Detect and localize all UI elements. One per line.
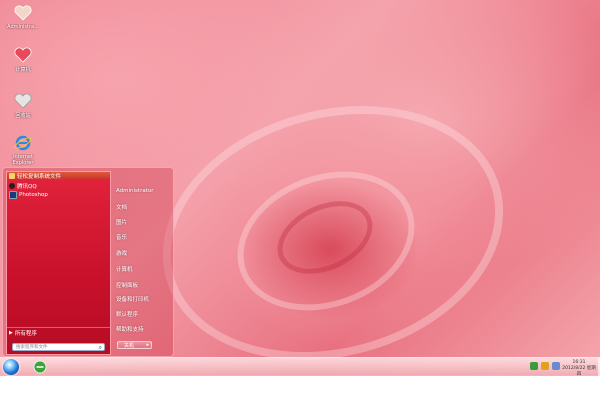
program-label: 腾讯QQ [17,183,37,190]
desktop-icon-computer[interactable]: 计算机 [3,44,43,73]
network-icon[interactable] [530,362,538,370]
heart-folder-icon [12,2,34,24]
arrow-right-icon: ▶ [9,330,13,336]
start-menu-links-pane: Administrator 文档 图片 音乐 游戏 计算机 控制面板 设备和打印… [113,171,170,353]
desktop-icon-label: 计算机 [15,67,31,73]
taskbar-button-ie[interactable] [28,359,52,374]
start-menu-programs-pane: 轻松复制系统文件 腾讯QQ Photoshop ▶ 所有程序 搜索程序和文件 ⌕ [6,171,111,355]
shutdown-label: 关机 [124,342,135,349]
desktop-icon-label: Internet Explorer [12,154,34,166]
program-label: Photoshop [19,191,48,198]
link-help-support[interactable]: 帮助和支持 [116,325,144,333]
link-documents[interactable]: 文档 [116,203,127,211]
link-administrator[interactable]: Administrator [116,188,154,194]
desktop-icon-label: Administra... [7,24,39,30]
clock-date: 2012/8/22 星期四 [562,366,596,377]
recent-item[interactable]: 轻松复制系统文件 [7,172,110,180]
desktop-icon-label: 回收站 [15,113,31,119]
link-games[interactable]: 游戏 [116,249,127,257]
all-programs-button[interactable]: ▶ 所有程序 [9,329,108,337]
start-menu: 轻松复制系统文件 腾讯QQ Photoshop ▶ 所有程序 搜索程序和文件 ⌕… [2,167,174,357]
shield-icon[interactable] [541,362,549,370]
shutdown-button[interactable]: 关机 ▸ [117,341,152,349]
qq-penguin-icon [9,182,15,189]
program-item-photoshop[interactable]: Photoshop [9,190,48,199]
all-programs-label: 所有程序 [14,331,37,337]
system-tray [530,362,560,370]
desktop-icon-internet-explorer[interactable]: Internet Explorer [3,132,43,166]
link-computer[interactable]: 计算机 [116,265,133,273]
heart-computer-icon [12,44,34,66]
search-icon[interactable]: ⌕ [99,344,102,351]
chevron-right-icon[interactable]: ▸ [146,342,149,349]
internet-explorer-icon [12,132,34,154]
start-orb-button[interactable] [3,359,19,375]
desktop-icon-recycle-bin[interactable]: 回收站 [3,90,43,119]
divider [7,327,110,328]
link-music[interactable]: 音乐 [116,233,127,241]
link-devices-printers[interactable]: 设备和打印机 [116,295,149,303]
taskbar: 16:31 2012/8/22 星期四 [0,357,600,378]
heart-recycle-bin-icon [12,90,34,112]
desktop-icon-administrator[interactable]: Administra... [3,2,43,30]
photoshop-icon [9,190,17,199]
clock[interactable]: 16:31 2012/8/22 星期四 [561,360,597,378]
link-pictures[interactable]: 图片 [116,218,127,226]
search-input[interactable]: 搜索程序和文件 ⌕ [12,343,105,351]
internet-explorer-icon [33,360,47,374]
search-placeholder: 搜索程序和文件 [16,345,48,350]
recent-item-label: 轻松复制系统文件 [17,174,62,180]
program-item-qq[interactable]: 腾讯QQ [9,181,37,190]
folder-icon [9,173,15,179]
link-default-programs[interactable]: 默认程序 [116,310,138,318]
link-control-panel[interactable]: 控制面板 [116,281,138,289]
volume-icon[interactable] [552,362,560,370]
